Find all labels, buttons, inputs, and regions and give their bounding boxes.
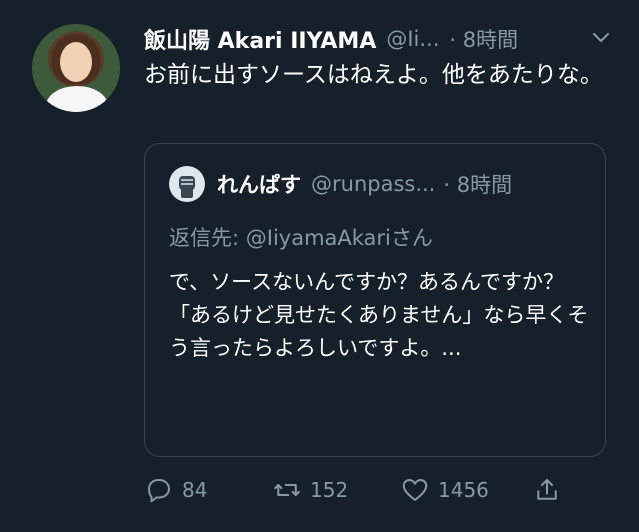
display-name[interactable]: 飯山陽 Akari IIYAMA xyxy=(144,23,376,55)
heart-icon xyxy=(402,479,428,501)
chevron-down-icon[interactable] xyxy=(591,28,611,48)
share-icon xyxy=(537,479,557,500)
like-button[interactable]: 1456 xyxy=(400,470,489,510)
user-handle[interactable]: @Ii... xyxy=(386,27,439,51)
avatar-face xyxy=(60,42,92,82)
quoted-text: で、ソースないんですか？あるんですか？ 「あるけど見せたくありません」なら早くそ… xyxy=(169,270,589,360)
avatar[interactable] xyxy=(32,24,120,112)
retweet-icon xyxy=(274,484,300,496)
quoted-time[interactable]: · 8時間 xyxy=(443,169,512,199)
reply-to-label[interactable]: 返信先: @IiyamaAkariさん xyxy=(169,222,433,252)
retweet-button[interactable]: 152 xyxy=(272,470,348,510)
retweet-count: 152 xyxy=(310,478,349,502)
quoted-handle[interactable]: @runpass... xyxy=(311,172,435,196)
tweet-time[interactable]: · 8時間 xyxy=(449,24,518,54)
quoted-display-name[interactable]: れんぱす xyxy=(217,169,301,199)
quoted-avatar[interactable] xyxy=(169,166,205,202)
quoted-header: れんぱす @runpass... · 8時間 xyxy=(217,166,589,202)
reply-count: 84 xyxy=(182,478,208,502)
quoted-tweet[interactable]: れんぱす @runpass... · 8時間 返信先: @IiyamaAkari… xyxy=(144,143,606,457)
reply-button[interactable]: 84 xyxy=(144,470,207,510)
tweet-header: 飯山陽 Akari IIYAMA @Ii... · 8時間 xyxy=(144,22,611,56)
share-button[interactable] xyxy=(532,470,562,510)
reply-icon xyxy=(148,479,170,503)
like-count: 1456 xyxy=(438,478,489,502)
tweet-text: お前に出すソースはねえよ。他をあたりな。 xyxy=(144,62,603,88)
avatar-body xyxy=(46,86,108,112)
fist-icon xyxy=(179,176,195,198)
action-bar: 84 152 1456 xyxy=(144,470,584,510)
